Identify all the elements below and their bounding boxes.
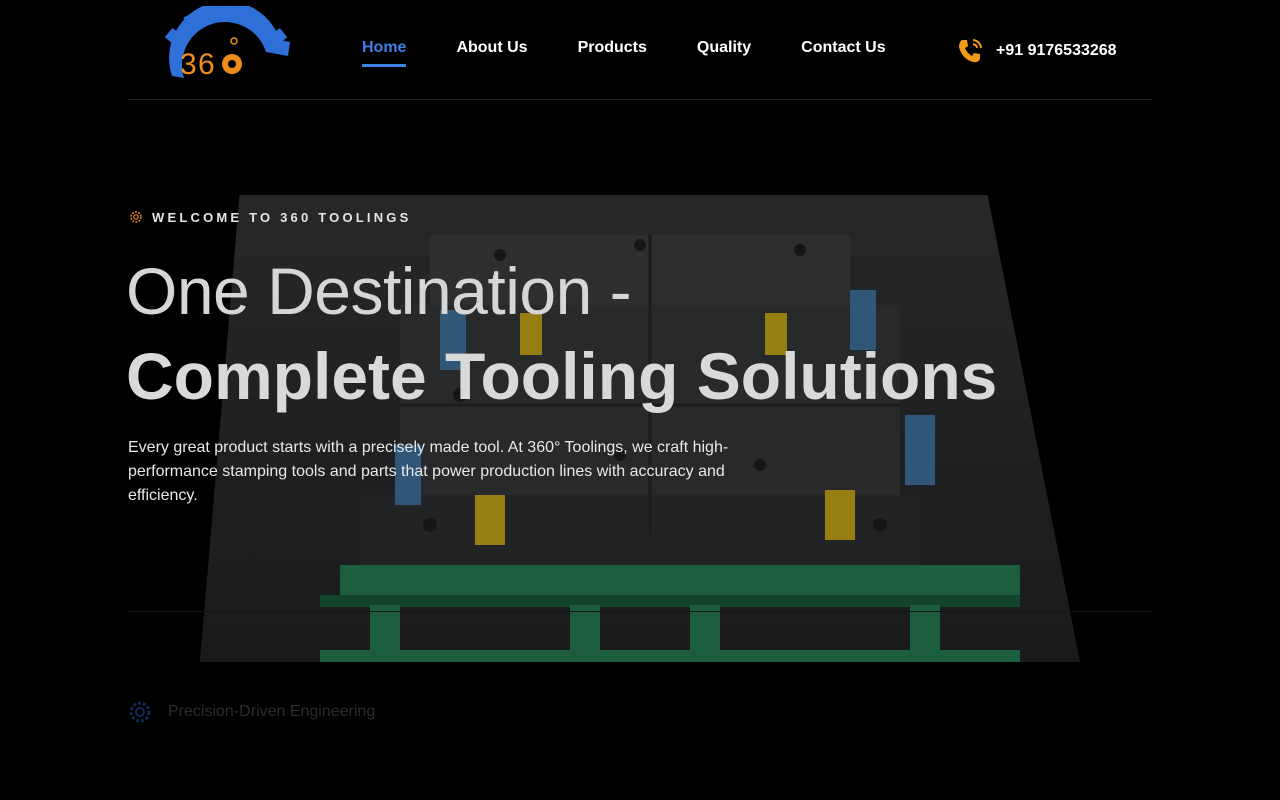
svg-text:6: 6 xyxy=(198,48,215,81)
phone-number: +91 9176533268 xyxy=(996,42,1117,59)
phone-icon xyxy=(959,39,982,63)
nav-about-us[interactable]: About Us xyxy=(456,38,527,67)
feature-item: Precision-Driven Engineering xyxy=(128,700,375,724)
feature-label: Precision-Driven Engineering xyxy=(168,703,376,720)
main-nav: Home About Us Products Quality Contact U… xyxy=(362,38,936,67)
nav-quality[interactable]: Quality xyxy=(697,38,751,67)
svg-text:3: 3 xyxy=(180,48,197,81)
hero-eyebrow: WELCOME TO 360 TOOLINGS xyxy=(128,209,411,225)
hero-title-bold: Complete Tooling Solutions xyxy=(126,339,998,413)
nav-products[interactable]: Products xyxy=(578,38,647,67)
phone-link[interactable]: +91 9176533268 xyxy=(956,37,1117,65)
gear-logo-icon: 3 6 xyxy=(164,1,290,81)
eyebrow-text: WELCOME TO 360 TOOLINGS xyxy=(152,209,412,225)
site-header: 3 6 Home About Us Products Quality Conta… xyxy=(128,0,1152,100)
nav-home[interactable]: Home xyxy=(362,38,407,67)
hero-description: Every great product starts with a precis… xyxy=(128,439,729,504)
gear-icon xyxy=(130,211,142,223)
gear-icon xyxy=(129,701,151,723)
section-divider xyxy=(128,611,1152,612)
hero-title-light: One Destination - xyxy=(126,254,632,328)
nav-contact-us[interactable]: Contact Us xyxy=(801,38,885,67)
logo[interactable]: 3 6 xyxy=(162,1,294,90)
